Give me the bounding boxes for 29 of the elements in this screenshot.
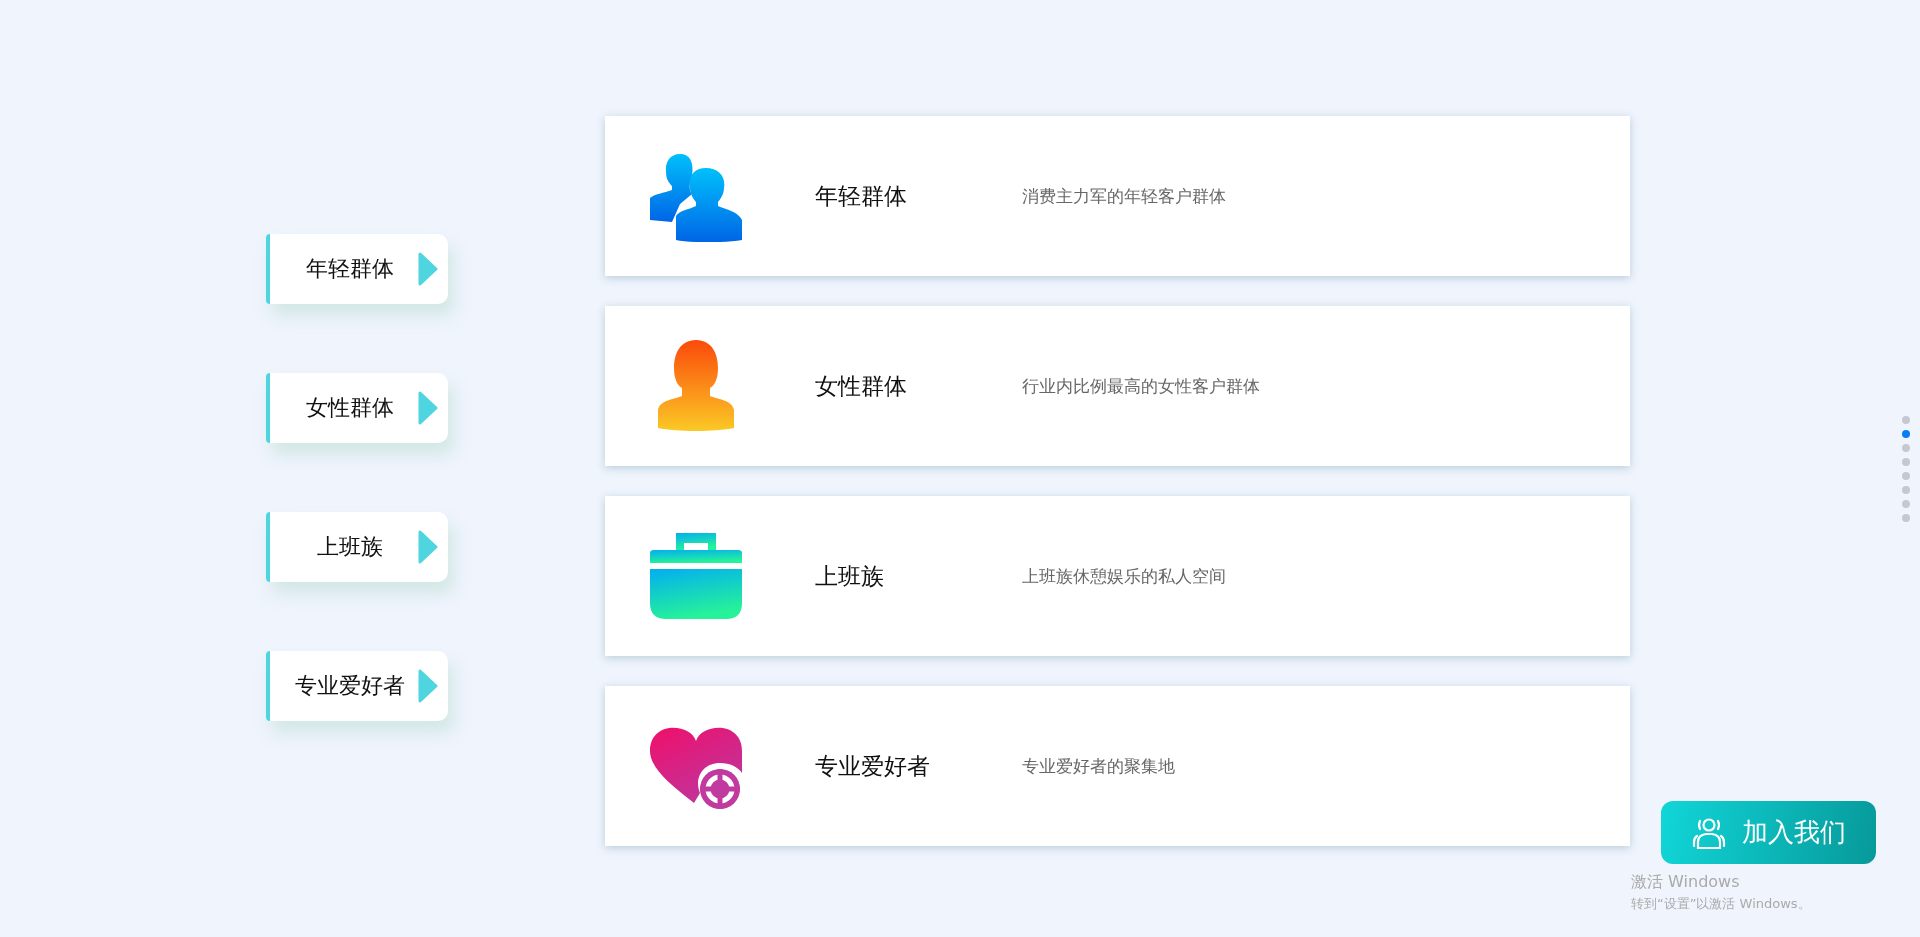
card-description: 上班族休憩娱乐的私人空间	[1022, 564, 1226, 588]
page-dot[interactable]	[1902, 500, 1910, 508]
triangle-icon	[418, 530, 438, 564]
card-description: 消费主力军的年轻客户群体	[1022, 184, 1226, 208]
card-title: 专业爱好者	[815, 751, 931, 781]
activation-text: 转到“设置”以激活 Windows。	[1631, 895, 1811, 913]
card-title: 女性群体	[815, 371, 908, 401]
card-title: 上班族	[815, 561, 885, 591]
triangle-icon	[418, 391, 438, 425]
page-dot[interactable]	[1902, 444, 1910, 452]
side-tab[interactable]: 女性群体	[266, 373, 448, 443]
card-description: 行业内比例最高的女性客户群体	[1022, 374, 1260, 398]
side-tab[interactable]: 上班族	[266, 512, 448, 582]
page-dot[interactable]	[1902, 472, 1910, 480]
activation-title: 激活 Windows	[1631, 872, 1741, 893]
page-dot[interactable]	[1902, 514, 1910, 522]
woman-icon	[656, 340, 736, 432]
person-icon	[1691, 815, 1726, 850]
page-dot[interactable]	[1902, 416, 1910, 424]
side-tab[interactable]: 年轻群体	[266, 234, 448, 304]
page-dot[interactable]	[1902, 458, 1910, 466]
briefcase-icon	[650, 533, 742, 619]
card-description: 专业爱好者的聚集地	[1022, 754, 1175, 778]
triangle-icon	[418, 669, 438, 703]
page-dot[interactable]	[1902, 430, 1910, 438]
page-dot[interactable]	[1902, 486, 1910, 494]
triangle-icon	[418, 252, 438, 286]
side-tab[interactable]: 专业爱好者	[266, 651, 448, 721]
card-title: 年轻群体	[815, 181, 908, 211]
